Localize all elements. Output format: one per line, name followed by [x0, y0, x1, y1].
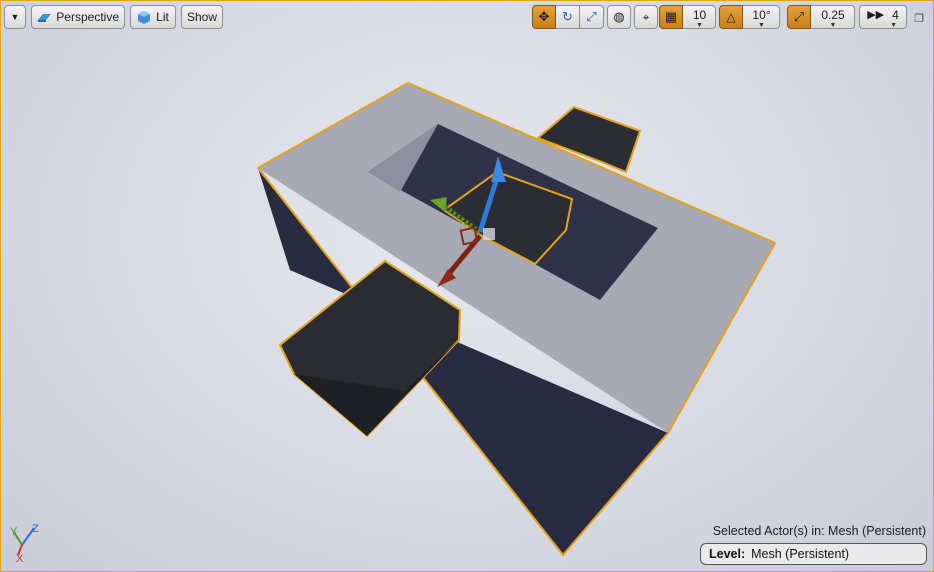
perspective-button[interactable]: Perspective — [31, 5, 125, 29]
selected-actors-text: Selected Actor(s) in: Mesh (Persistent) — [712, 524, 926, 538]
rotation-snap-text: 10° — [752, 8, 771, 22]
translate-mode-button[interactable]: ✥ — [532, 5, 556, 29]
axis-z-label: Z — [32, 523, 39, 535]
scale-arrow-icon: ⤢ — [793, 9, 805, 24]
level-viewport[interactable]: Z Y X ▼ Perspective Lit Show ✥ ↻ ⤢ ◍ ⌖ ▦… — [0, 0, 934, 572]
current-level-indicator[interactable]: Level: Mesh (Persistent) — [700, 543, 927, 565]
grid-icon: ▦ — [664, 9, 678, 24]
viewport-options-button[interactable]: ▼ — [4, 5, 26, 29]
camera-speed-text: 4 — [892, 8, 899, 22]
perspective-cube-icon — [38, 14, 51, 22]
scale-icon: ⤢ — [586, 9, 597, 24]
scale-snap-value: 0.25 ▼ — [811, 5, 855, 29]
rotate-icon: ↻ — [562, 9, 573, 24]
maximize-viewport-button[interactable]: ❐ — [912, 11, 926, 25]
lit-label: Lit — [156, 10, 169, 24]
scale-mode-button[interactable]: ⤢ — [580, 5, 604, 29]
grid-snap-toggle[interactable]: ▦ — [659, 5, 683, 29]
level-value: Mesh (Persistent) — [751, 547, 850, 561]
lit-sphere-icon — [138, 11, 151, 24]
maximize-icon: ❐ — [914, 12, 924, 25]
camera-speed-display: ▶▶ 4 ▼ — [859, 5, 907, 29]
lit-button[interactable]: Lit — [130, 5, 176, 29]
rotation-snap-value: 10° ▼ — [743, 5, 780, 29]
chevron-down-icon: ▼ — [829, 22, 837, 29]
grid-snap-value: 10 ▼ — [683, 5, 716, 29]
show-button[interactable]: Show — [181, 5, 223, 29]
chevron-down-icon: ▼ — [696, 22, 703, 29]
level-label: Level: — [709, 547, 746, 561]
perspective-label: Perspective — [56, 10, 119, 24]
rotate-mode-button[interactable]: ↻ — [556, 5, 580, 29]
surface-snap-icon: ⌖ — [642, 9, 650, 24]
surface-snap-button[interactable]: ⌖ — [634, 5, 658, 29]
show-label: Show — [186, 10, 218, 24]
block-actor-front[interactable] — [278, 259, 462, 438]
chevron-down-icon: ▼ — [10, 12, 20, 22]
grid-snap-text: 10 — [692, 8, 707, 22]
world-globe-icon: ◍ — [613, 9, 625, 24]
scale-snap-text: 0.25 — [821, 8, 845, 22]
axis-y-label: Y — [10, 526, 18, 538]
scale-snap-toggle[interactable]: ⤢ — [787, 5, 811, 29]
translate-icon: ✥ — [538, 9, 550, 24]
angle-icon: △ — [726, 10, 736, 24]
axis-x-label: X — [16, 553, 24, 565]
chevron-down-icon: ▼ — [758, 22, 765, 29]
chevron-down-icon: ▼ — [890, 22, 897, 29]
rotation-snap-toggle[interactable]: △ — [719, 5, 743, 29]
world-local-button[interactable]: ◍ — [607, 5, 631, 29]
camera-speed-icon: ▶▶ — [867, 9, 885, 21]
axis-indicator: Z Y X — [10, 523, 39, 565]
